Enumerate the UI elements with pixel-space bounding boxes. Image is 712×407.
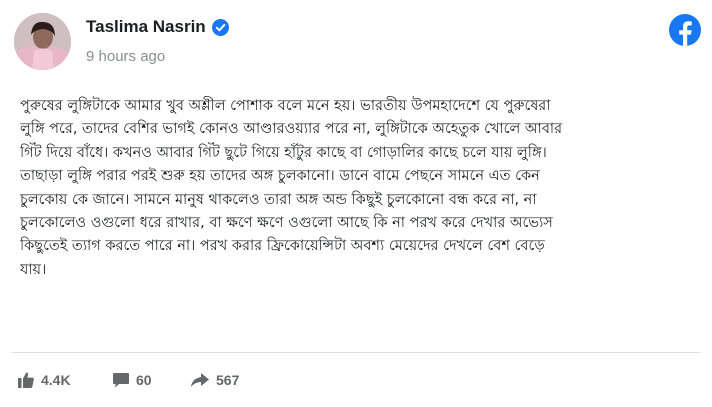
post-timestamp[interactable]: 9 hours ago: [86, 48, 165, 65]
post-body-line: কিছুতেই ত্যাগ করতে পারে না। পরখ করার ফ্র…: [20, 238, 545, 255]
author-avatar[interactable]: [14, 13, 71, 70]
comment-bubble-icon: [113, 373, 129, 388]
facebook-logo-icon: [669, 14, 701, 46]
share-arrow-icon: [191, 373, 209, 387]
post-body-line: যায়।: [20, 261, 47, 278]
post-body-line: চুলকোলেও ওগুলো ধরে রাখার, বা ক্ষণে ক্ষণে…: [20, 215, 553, 232]
author-name-row: Taslima Nasrin: [86, 17, 229, 37]
actions-divider: [12, 352, 700, 353]
post-body-line: তাছাড়া লুঙ্গি পরার পরই শুরু হয় তাদের অ…: [20, 168, 540, 185]
thumbs-up-icon: [18, 372, 34, 388]
comment-count: 60: [136, 372, 152, 388]
author-name[interactable]: Taslima Nasrin: [86, 17, 206, 37]
like-button[interactable]: 4.4K: [17, 366, 71, 394]
share-count: 567: [216, 372, 240, 388]
post-body-line: লুঙ্গি পরে, তাদের বেশির ভাগই কোনও আণ্ডার…: [20, 121, 563, 138]
like-count: 4.4K: [41, 372, 71, 388]
post-body-line: পুরুষের লুঙ্গিটাকে আমার খুব অশ্লীল পোশাক…: [20, 98, 551, 114]
verified-badge-icon: [211, 18, 229, 36]
share-button[interactable]: 567: [190, 366, 239, 394]
post-actions-bar: 4.4K 60 567: [0, 366, 712, 394]
comment-button[interactable]: 60: [112, 366, 152, 394]
post-body: পুরুষের লুঙ্গিটাকে আমার খুব অশ্লীল পোশাক…: [20, 95, 700, 282]
facebook-post-card: Taslima Nasrin 9 hours ago পুরুষের লুঙ্গ…: [0, 0, 712, 407]
post-body-line: গিঁট দিয়ে বাঁধে। কখনও আবার গিঁট ছুটে গি…: [20, 144, 547, 161]
avatar-photo: [14, 13, 71, 70]
post-body-line: চুলকোয় কে জানে। সামনে মানুষ থাকলেও তারা…: [20, 191, 537, 208]
